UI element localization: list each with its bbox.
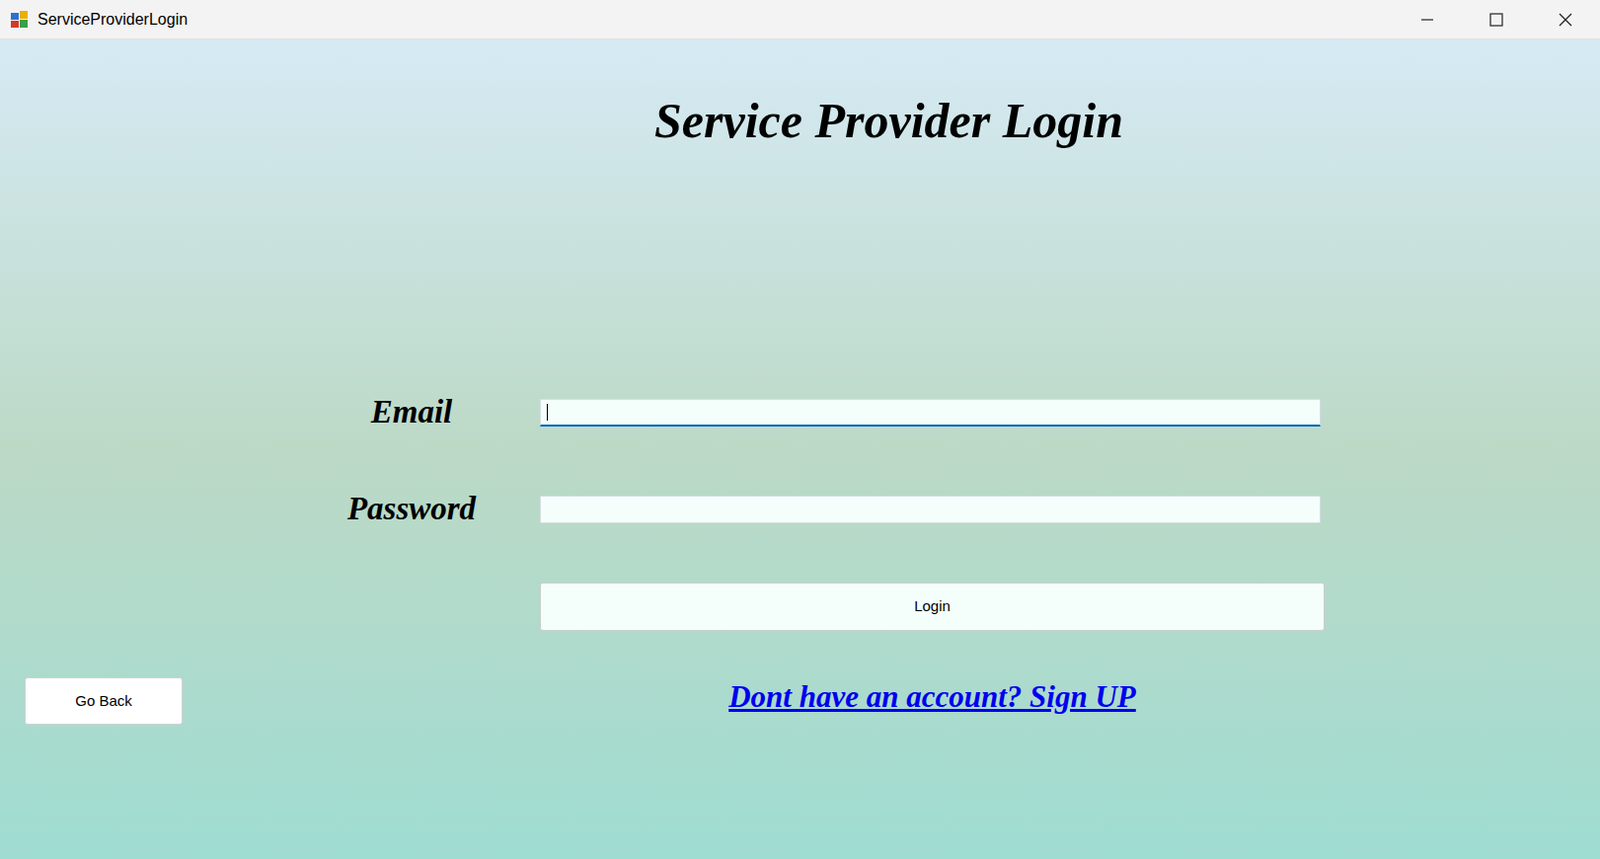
signup-link[interactable]: Dont have an account? Sign UP: [728, 678, 1137, 715]
text-input[interactable]: [539, 495, 1321, 524]
login-button[interactable]: Login: [539, 582, 1325, 631]
page-heading: Service Provider Login: [654, 90, 1124, 151]
form-row: Password: [0, 487, 1600, 532]
form-row: Email: [0, 390, 1600, 435]
minimize-icon: [1420, 12, 1435, 27]
close-icon: [1558, 12, 1573, 27]
go-back-button[interactable]: Go Back: [24, 677, 183, 725]
login-form: Email Password Login Go Back Dont have an ac…: [0, 390, 1600, 725]
background-photo: Service Provider Login Email Password Login…: [0, 39, 1600, 859]
maximize-icon: [1489, 12, 1504, 27]
field-label: Password: [312, 489, 511, 530]
text-input[interactable]: [539, 398, 1321, 427]
minimize-button[interactable]: [1392, 0, 1462, 39]
field-label: Email: [312, 392, 511, 433]
window: ServiceProviderLogin Service Provider Log…: [0, 0, 1600, 859]
window-title: ServiceProviderLogin: [37, 7, 188, 32]
title-bar: ServiceProviderLogin: [0, 0, 1600, 40]
app-icon: [9, 9, 30, 30]
close-button[interactable]: [1530, 0, 1600, 39]
maximize-button[interactable]: [1461, 0, 1531, 39]
text-caret: [546, 403, 548, 421]
